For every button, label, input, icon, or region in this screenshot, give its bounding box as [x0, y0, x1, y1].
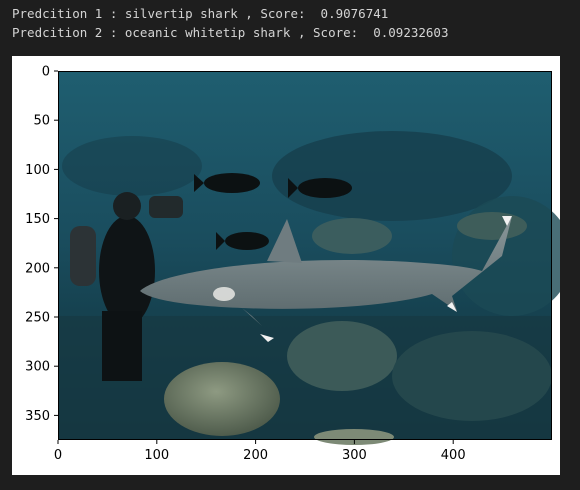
y-tick-label: 200 — [25, 261, 50, 276]
x-tick-label: 0 — [54, 448, 62, 463]
prediction-line-2: Predcition 2 : oceanic whitetip shark , … — [12, 25, 449, 40]
y-tick-label: 350 — [25, 409, 50, 424]
y-tick-label: 0 — [42, 65, 50, 80]
shark-photo — [58, 71, 560, 445]
y-tick-label: 50 — [33, 114, 50, 129]
cell-output: Predcition 1 : silvertip shark , Score: … — [12, 4, 449, 42]
y-axis: 0 50 100 150 200 250 300 350 — [25, 65, 58, 424]
x-tick-label: 300 — [342, 448, 367, 463]
y-tick-label: 100 — [25, 163, 50, 178]
y-tick-label: 300 — [25, 360, 50, 375]
y-tick-label: 150 — [25, 212, 50, 227]
x-axis: 0 100 200 300 400 — [54, 440, 466, 463]
plot-figure: 0 100 200 300 400 0 50 100 150 200 250 300 350 — [12, 56, 560, 475]
x-tick-label: 200 — [243, 448, 268, 463]
plot-canvas: 0 100 200 300 400 0 50 100 150 200 250 300 350 — [25, 65, 560, 463]
x-tick-label: 400 — [441, 448, 466, 463]
y-tick-label: 250 — [25, 311, 50, 326]
x-tick-label: 100 — [144, 448, 169, 463]
prediction-line-1: Predcition 1 : silvertip shark , Score: … — [12, 6, 389, 21]
